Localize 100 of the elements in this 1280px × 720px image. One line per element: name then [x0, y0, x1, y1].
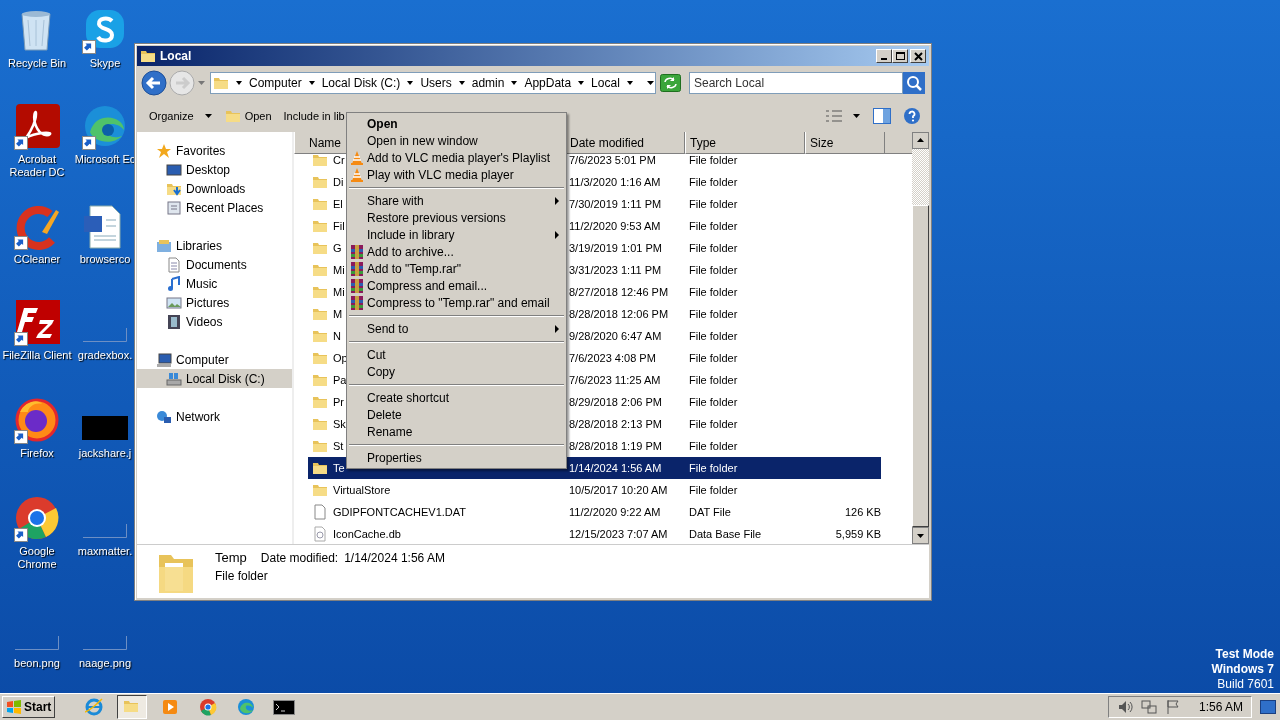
- menu-item[interactable]: Add to "Temp.rar": [347, 260, 566, 277]
- menu-item[interactable]: Compress to "Temp.rar" and email: [347, 294, 566, 311]
- breadcrumb[interactable]: Computer: [249, 74, 302, 92]
- start-button[interactable]: Start: [2, 696, 56, 718]
- file-name[interactable]: Te: [333, 459, 345, 477]
- image-file-icon: [83, 636, 127, 650]
- image-file-icon: [15, 636, 59, 650]
- menu-item[interactable]: Add to archive...: [347, 243, 566, 260]
- file-name[interactable]: M: [333, 305, 343, 323]
- file-name[interactable]: Fil: [333, 217, 345, 235]
- menu-item[interactable]: Send to: [347, 320, 566, 337]
- scroll-up-icon[interactable]: [912, 132, 929, 149]
- file-name[interactable]: G: [333, 239, 342, 257]
- picture-icon: [166, 294, 182, 311]
- file-name[interactable]: Sk: [333, 415, 346, 433]
- menu-item[interactable]: Share with: [347, 192, 566, 209]
- desktop-icon-label[interactable]: Recycle Bin: [0, 57, 74, 70]
- menu-item[interactable]: Create shortcut: [347, 389, 566, 406]
- file-name[interactable]: Pa: [333, 371, 347, 389]
- scrollbar-thumb[interactable]: [912, 205, 929, 527]
- breadcrumb[interactable]: Local Disk (C:): [321, 74, 401, 92]
- file-name[interactable]: Pr: [333, 393, 344, 411]
- archive-icon: [349, 260, 365, 277]
- breadcrumb[interactable]: AppData: [524, 74, 572, 92]
- caret-icon[interactable]: [852, 112, 861, 120]
- file-name[interactable]: Di: [333, 173, 344, 191]
- menu-item[interactable]: Compress and email...: [347, 277, 566, 294]
- back-button-icon[interactable]: [141, 70, 167, 96]
- desktop-icon-label[interactable]: CCleaner: [0, 253, 74, 266]
- menu-item[interactable]: Cut: [347, 346, 566, 363]
- desktop-icon-label[interactable]: browserco: [79, 253, 131, 266]
- menu-item[interactable]: Delete: [347, 406, 566, 423]
- menu-item[interactable]: Copy: [347, 363, 566, 380]
- desktop-icon-label[interactable]: gradexbox.: [77, 349, 133, 362]
- date-cell: 8/27/2018 12:46 PM: [569, 285, 669, 298]
- desktop-icon-label[interactable]: naage.png: [79, 657, 131, 670]
- type-cell: File folder: [689, 417, 738, 430]
- image-thumbnail-icon: [82, 416, 128, 440]
- address-bar[interactable]: Computer Local Disk (C:) Users admin AppData Local: [210, 72, 656, 94]
- network-icon[interactable]: [1140, 699, 1157, 715]
- desktop-icon-label[interactable]: Skype: [89, 57, 121, 70]
- date-cell: 9/28/2020 6:47 AM: [569, 329, 662, 342]
- file-name[interactable]: Cr: [333, 154, 345, 169]
- menu-item[interactable]: Play with VLC media player: [347, 166, 566, 183]
- desktop-icon-label[interactable]: maxmatter.: [77, 545, 133, 558]
- menu-item[interactable]: Add to VLC media player's Playlist: [347, 149, 566, 166]
- refresh-icon[interactable]: [660, 74, 681, 92]
- file-name[interactable]: GDIPFONTCACHEV1.DAT: [333, 503, 467, 521]
- folder-icon: [312, 328, 328, 344]
- speaker-icon[interactable]: [1116, 699, 1133, 715]
- close-button[interactable]: [910, 49, 926, 63]
- toolbar-button[interactable]: Include in lib: [283, 107, 345, 125]
- type-cell: File folder: [689, 439, 738, 452]
- toolbar-button[interactable]: Organize: [149, 107, 213, 125]
- folder-icon: [140, 48, 156, 64]
- search-icon[interactable]: [903, 72, 925, 94]
- folder-icon: [312, 438, 328, 454]
- menu-item[interactable]: Properties: [347, 449, 566, 466]
- menu-item[interactable]: Restore previous versions: [347, 209, 566, 226]
- desktop-icon-label[interactable]: Firefox: [0, 447, 74, 460]
- column-header[interactable]: Size: [805, 132, 885, 154]
- desktop-icon-label[interactable]: jackshare.j: [78, 447, 132, 460]
- music-note-icon: [166, 275, 182, 292]
- file-name[interactable]: VirtualStore: [333, 481, 391, 499]
- caret-icon: [457, 79, 466, 87]
- breadcrumb[interactable]: admin: [471, 74, 505, 92]
- file-name[interactable]: IconCache.db: [333, 525, 401, 543]
- file-name[interactable]: N: [333, 327, 341, 345]
- date-cell: 8/29/2018 2:06 PM: [569, 395, 662, 408]
- preview-pane-icon[interactable]: [873, 108, 891, 124]
- minimize-button[interactable]: [876, 49, 892, 63]
- clock[interactable]: 1:56 AM: [1198, 698, 1243, 716]
- file-name[interactable]: St: [333, 437, 344, 455]
- help-icon[interactable]: [903, 107, 921, 125]
- menu-item[interactable]: Open in new window: [347, 132, 566, 149]
- toolbar-button[interactable]: Open: [224, 107, 272, 125]
- nav-item[interactable]: Local Disk (C:): [137, 369, 292, 388]
- dropdown-caret-icon[interactable]: [645, 79, 655, 87]
- type-cell: File folder: [689, 329, 738, 342]
- file-name[interactable]: Mi: [333, 261, 345, 279]
- menu-item[interactable]: Open: [347, 115, 566, 132]
- caret-icon: [203, 112, 213, 120]
- search-field[interactable]: Search Local: [689, 72, 903, 94]
- breadcrumb[interactable]: Local: [591, 74, 620, 92]
- file-name[interactable]: Mi: [333, 283, 345, 301]
- flag-icon[interactable]: [1164, 699, 1181, 715]
- file-name[interactable]: El: [333, 195, 343, 213]
- archive-icon: [349, 277, 365, 294]
- desktop-icon-label[interactable]: beon.png: [0, 657, 74, 670]
- folder-icon[interactable]: [117, 695, 148, 719]
- desktop-icon-label[interactable]: Acrobat Reader DC: [0, 153, 74, 179]
- date-cell: 12/15/2023 7:07 AM: [569, 527, 668, 540]
- breadcrumb[interactable]: Users: [420, 74, 452, 92]
- desktop-icon-label[interactable]: Google Chrome: [0, 545, 74, 571]
- maximize-button[interactable]: [892, 49, 908, 63]
- desktop-icon-label[interactable]: FileZilla Client: [0, 349, 74, 362]
- column-header[interactable]: Type: [685, 132, 805, 154]
- menu-item[interactable]: Include in library: [347, 226, 566, 243]
- scroll-down-icon[interactable]: [912, 527, 929, 544]
- menu-item[interactable]: Rename: [347, 423, 566, 440]
